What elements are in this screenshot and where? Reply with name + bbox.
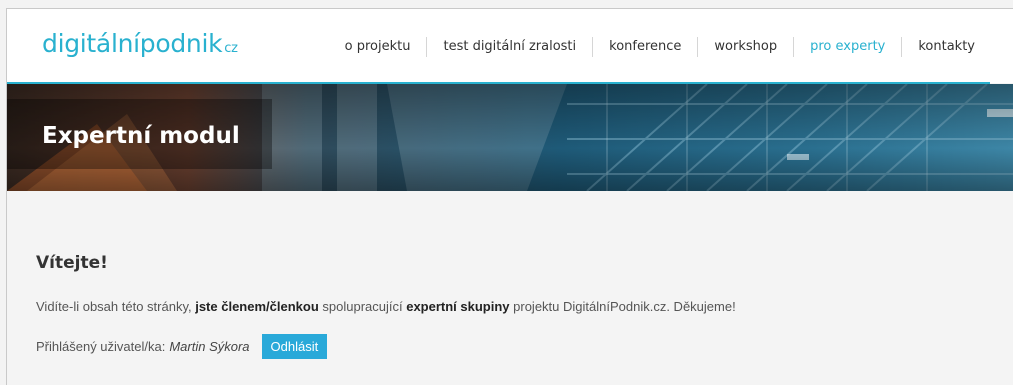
page-frame: digitálnípodnik cz o projektu test digitá… xyxy=(6,8,1013,385)
user-name: Martin Sýkora xyxy=(169,339,250,354)
nav-item-kontakty[interactable]: kontakty xyxy=(901,37,991,57)
user-label: Přihlášený uživatel/ka: xyxy=(36,339,166,354)
logo-suffix: cz xyxy=(224,41,238,56)
intro-text-2: spolupracující xyxy=(318,299,407,314)
logo-text: digitálnípodnik xyxy=(42,29,223,58)
site-logo[interactable]: digitálnípodnik cz xyxy=(42,29,238,58)
page-title: Expertní modul xyxy=(42,123,240,149)
welcome-heading: Vítejte! xyxy=(36,253,108,273)
nav-item-o-projektu[interactable]: o projektu xyxy=(329,37,427,57)
site-header: digitálnípodnik cz o projektu test digitá… xyxy=(7,9,1013,84)
hero-banner: Expertní modul xyxy=(7,84,1013,191)
intro-text-3: projektu DigitálníPodnik.cz. Děkujeme! xyxy=(509,299,736,314)
intro-paragraph: Vidíte-li obsah této stránky, jste člene… xyxy=(36,299,736,314)
intro-text-1: Vidíte-li obsah této stránky, xyxy=(36,299,196,314)
nav-item-konference[interactable]: konference xyxy=(592,37,697,57)
nav-item-test-digitalni-zralosti[interactable]: test digitální zralosti xyxy=(426,37,592,57)
nav-item-workshop[interactable]: workshop xyxy=(697,37,793,57)
nav-item-pro-experty[interactable]: pro experty xyxy=(793,37,901,57)
intro-bold-2: expertní skupiny xyxy=(406,299,510,314)
logout-button[interactable]: Odhlásit xyxy=(261,334,328,359)
main-nav: o projektu test digitální zralosti konfe… xyxy=(329,37,991,57)
intro-bold-1: jste členem/členkou xyxy=(195,299,319,314)
logged-in-user: Přihlášený uživatel/ka: Martin Sýkora Od… xyxy=(36,334,328,359)
